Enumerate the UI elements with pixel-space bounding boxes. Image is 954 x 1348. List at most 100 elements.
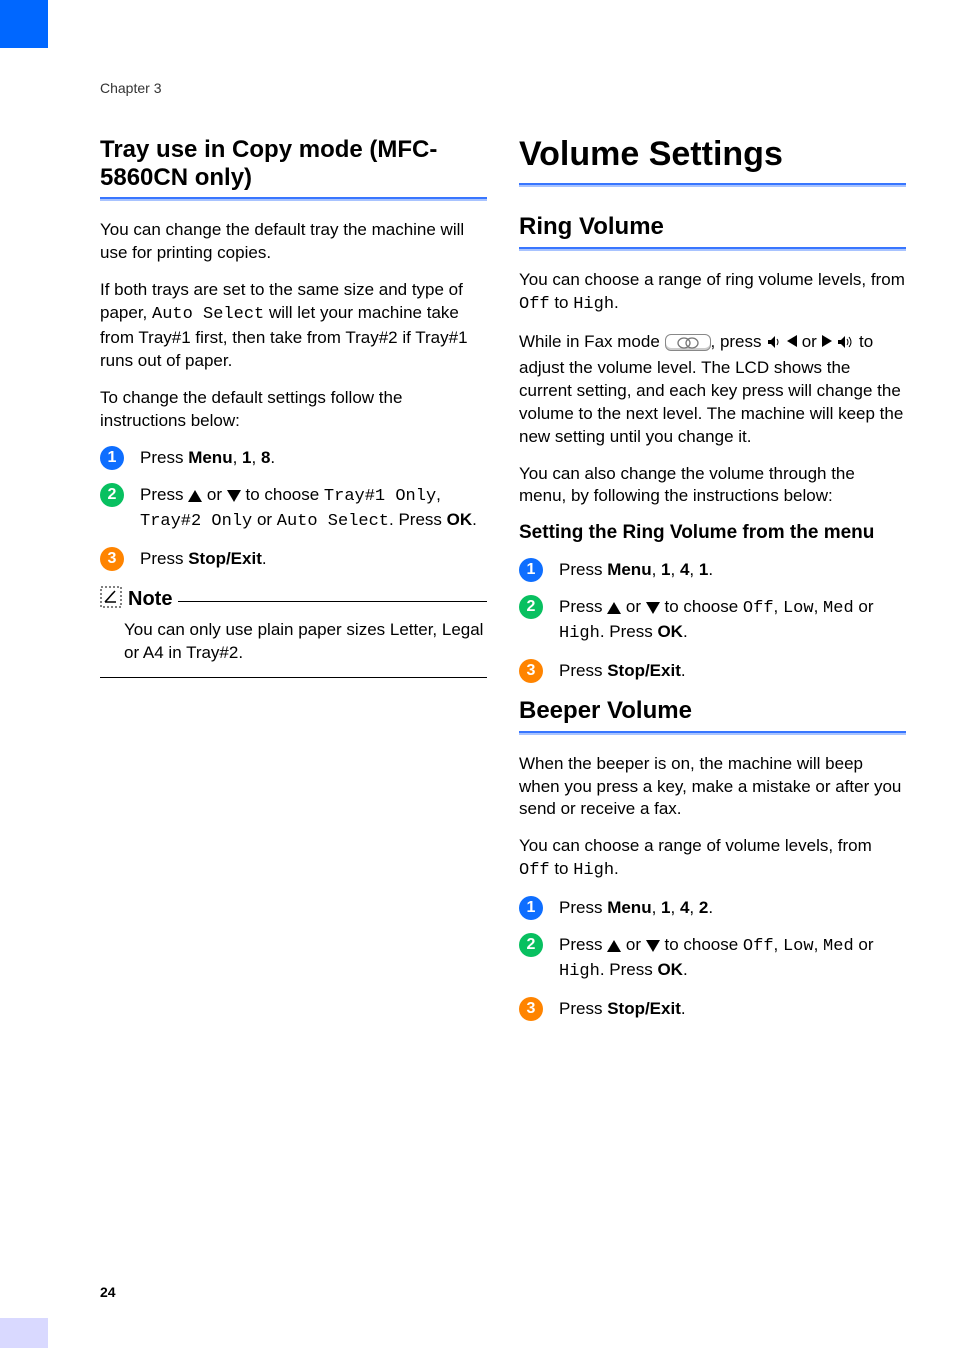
step-marker-3-icon: 3: [519, 997, 543, 1021]
content-columns: Tray use in Copy mode (MFC-5860CN only) …: [100, 136, 906, 1035]
text: .: [681, 999, 686, 1018]
text: ,: [436, 485, 441, 504]
ok-key: OK: [657, 622, 683, 641]
text: ,: [814, 597, 823, 616]
right-column: Volume Settings Ring Volume You can choo…: [519, 136, 906, 1035]
text: or: [621, 935, 646, 954]
text: Press: [559, 935, 607, 954]
mono-text: Off: [519, 295, 550, 314]
up-arrow-icon: [607, 940, 621, 952]
mono-text: Tray#1 Only: [324, 487, 436, 506]
text: .: [270, 448, 275, 467]
text: . Press: [600, 960, 658, 979]
text: or: [621, 597, 646, 616]
step-1: 1 Press Menu, 1, 4, 1.: [519, 559, 906, 582]
beeper-p2: You can choose a range of volume levels,…: [519, 835, 906, 883]
step-3: 3 Press Stop/Exit.: [519, 998, 906, 1021]
stop-exit-key: Stop/Exit: [607, 661, 681, 680]
mono-text: Off: [519, 861, 550, 880]
text: .: [683, 960, 688, 979]
note-icon: [100, 586, 122, 613]
left-arrow-icon: [787, 335, 797, 347]
ring-volume-heading: Ring Volume: [519, 213, 906, 241]
text: Press: [140, 448, 188, 467]
step-marker-1-icon: 1: [519, 896, 543, 920]
beeper-volume-heading: Beeper Volume: [519, 697, 906, 725]
down-arrow-icon: [646, 602, 660, 614]
text: . Press: [600, 622, 658, 641]
key-1: 1: [661, 560, 670, 579]
text: Press: [559, 898, 607, 917]
text: . Press: [389, 510, 447, 529]
heading-rule: [519, 731, 906, 735]
key-4: 4: [680, 560, 689, 579]
stop-exit-key: Stop/Exit: [607, 999, 681, 1018]
text: Press: [559, 999, 607, 1018]
key-4: 4: [680, 898, 689, 917]
text: Press: [559, 661, 607, 680]
text: , press: [711, 332, 767, 351]
text: .: [708, 898, 713, 917]
step-2: 2 Press or to choose Off, Low, Med or Hi…: [519, 934, 906, 984]
page-number: 24: [100, 1284, 116, 1300]
text: to: [550, 293, 574, 312]
step-2: 2 Press or to choose Tray#1 Only, Tray#2…: [100, 484, 487, 534]
tray-intro-1: You can change the default tray the mach…: [100, 219, 487, 265]
mono-text: Auto Select: [277, 512, 389, 531]
text: .: [472, 510, 477, 529]
volume-settings-heading: Volume Settings: [519, 136, 906, 173]
chapter-label: Chapter 3: [100, 80, 906, 96]
speaker-high-icon: [836, 334, 854, 357]
speaker-low-icon: [766, 334, 782, 357]
text: .: [681, 661, 686, 680]
mono-text: Med: [823, 599, 854, 618]
fax-key-icon: [665, 334, 711, 351]
text: While in Fax mode: [519, 332, 665, 351]
text: Press: [559, 560, 607, 579]
text: .: [708, 560, 713, 579]
page: Chapter 3 Tray use in Copy mode (MFC-586…: [0, 0, 954, 1348]
footer-rail: [0, 1318, 48, 1348]
tray-steps: 1 Press Menu, 1, 8. 2 Press or to choose…: [100, 447, 487, 571]
note-bottom-rule: [100, 677, 487, 678]
text: .: [614, 293, 619, 312]
step-3: 3 Press Stop/Exit.: [519, 660, 906, 683]
text: .: [262, 549, 267, 568]
up-arrow-icon: [607, 602, 621, 614]
text: ,: [814, 935, 823, 954]
heading-rule: [100, 197, 487, 201]
text: or: [854, 935, 874, 954]
tray-heading: Tray use in Copy mode (MFC-5860CN only): [100, 136, 487, 191]
left-column: Tray use in Copy mode (MFC-5860CN only) …: [100, 136, 487, 1035]
text: ,: [689, 898, 698, 917]
step-1: 1 Press Menu, 1, 4, 2.: [519, 897, 906, 920]
mono-text: Tray#2 Only: [140, 512, 252, 531]
beeper-p1: When the beeper is on, the machine will …: [519, 753, 906, 822]
step-marker-3-icon: 3: [100, 547, 124, 571]
text: ,: [774, 597, 783, 616]
step-marker-2-icon: 2: [100, 483, 124, 507]
stop-exit-key: Stop/Exit: [188, 549, 262, 568]
text: or: [202, 485, 227, 504]
mono-text: High: [573, 295, 614, 314]
text: or: [797, 332, 822, 351]
text: You can choose a range of volume levels,…: [519, 836, 872, 855]
text: to: [550, 859, 574, 878]
text: .: [614, 859, 619, 878]
ring-p2: While in Fax mode , press or to adjust t…: [519, 331, 906, 449]
key-1: 1: [661, 898, 670, 917]
note-rule: [178, 601, 487, 602]
mono-text: High: [559, 624, 600, 643]
mono-text: Low: [783, 599, 814, 618]
ring-steps: 1 Press Menu, 1, 4, 1. 2 Press or to cho…: [519, 559, 906, 683]
text: to choose: [660, 935, 743, 954]
mono-text: Low: [783, 937, 814, 956]
corner-tab: [0, 0, 48, 48]
mono-text: Med: [823, 937, 854, 956]
step-marker-3-icon: 3: [519, 659, 543, 683]
menu-key: Menu: [188, 448, 232, 467]
step-3: 3 Press Stop/Exit.: [100, 548, 487, 571]
text: ,: [774, 935, 783, 954]
note-label: Note: [128, 588, 172, 611]
up-arrow-icon: [188, 490, 202, 502]
